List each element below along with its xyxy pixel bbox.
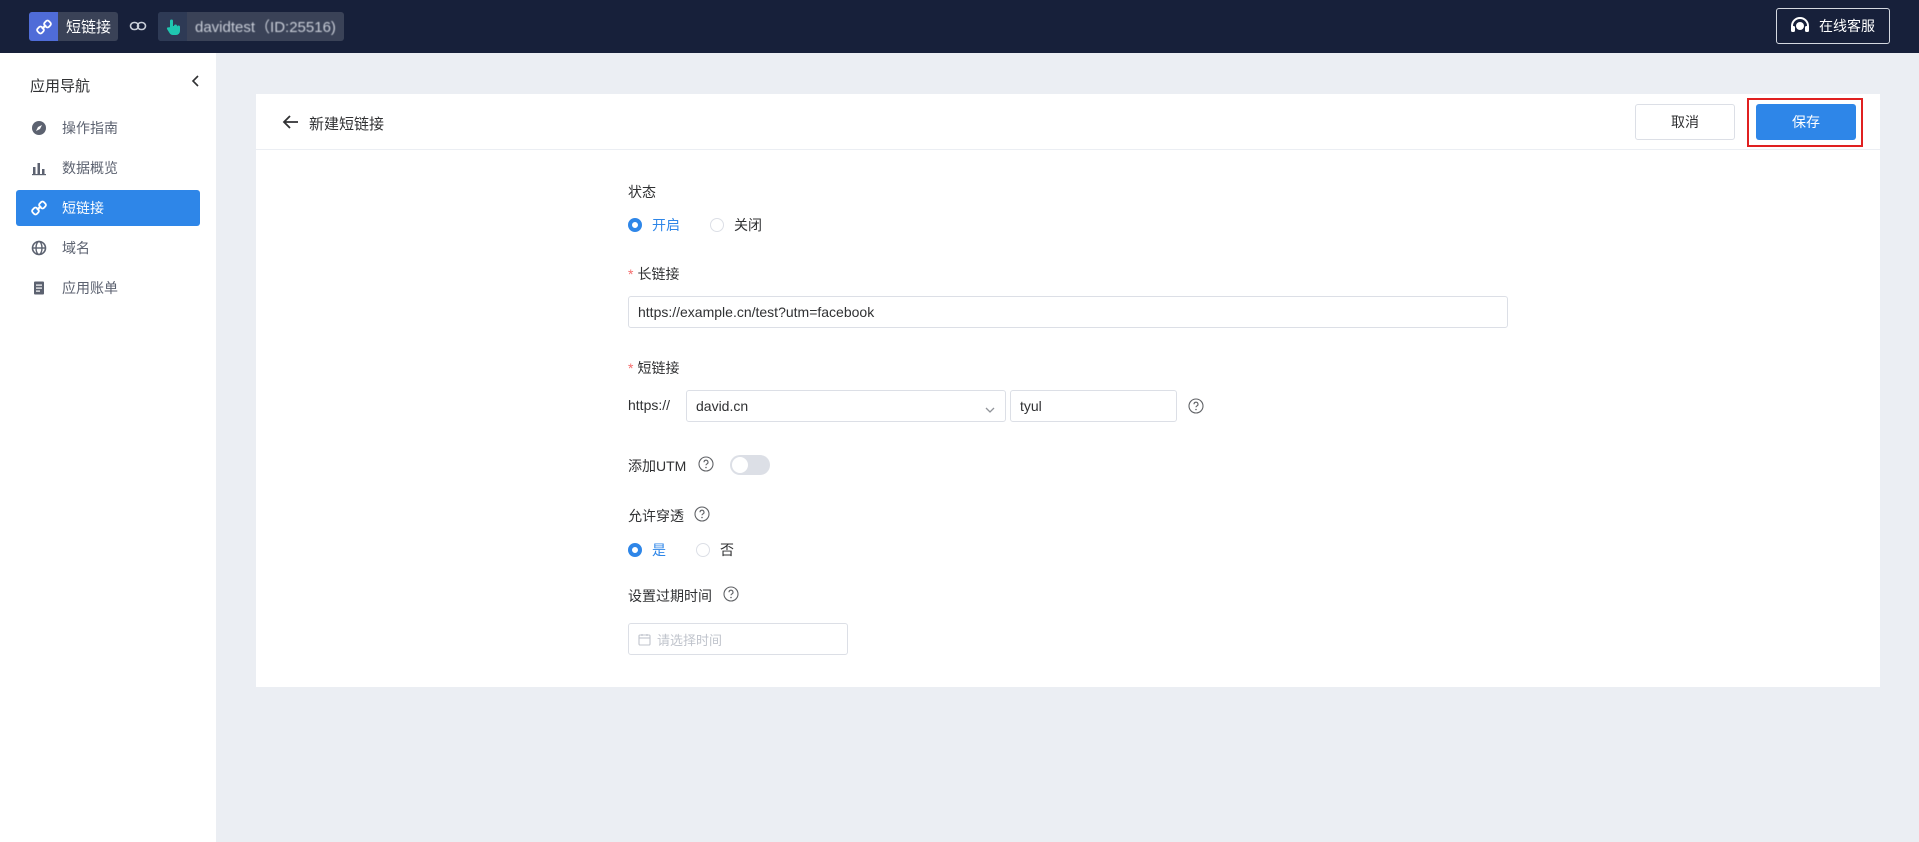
status-option-off[interactable]: 关闭 [710, 215, 762, 235]
chain-link-icon [129, 17, 147, 35]
calendar-icon [638, 633, 651, 646]
help-circle-icon[interactable] [694, 506, 710, 522]
cancel-button[interactable]: 取消 [1635, 104, 1735, 140]
sidebar-item-label: 短链接 [62, 200, 104, 216]
top-bar: 短链接 davidtest（ID:25516) 在线客服 [0, 0, 1919, 53]
link-icon [30, 200, 47, 217]
expire-placeholder: 请选择时间 [657, 632, 723, 648]
sidebar-item-label: 数据概览 [62, 160, 118, 176]
sidebar-title: 应用导航 [30, 78, 91, 95]
passthrough-label: 允许穿透 [628, 508, 684, 524]
help-circle-icon[interactable] [1188, 398, 1204, 414]
long-link-label: * 长链接 [628, 266, 680, 282]
collapse-chevron-icon[interactable] [188, 73, 204, 89]
bar-chart-icon [30, 160, 47, 177]
protocol-prefix: https:// [628, 397, 671, 413]
help-circle-icon[interactable] [723, 586, 739, 602]
account-name: davidtest（ID:25516) [195, 19, 336, 36]
sidebar-item-billing[interactable]: 应用账单 [16, 270, 200, 306]
sidebar-item-label: 域名 [62, 240, 90, 256]
sidebar-item-guide[interactable]: 操作指南 [16, 110, 200, 146]
link-icon [29, 12, 58, 41]
headset-icon [1789, 15, 1811, 37]
sidebar-item-overview[interactable]: 数据概览 [16, 150, 200, 186]
utm-label: 添加UTM [628, 458, 687, 474]
sidebar-item-domain[interactable]: 域名 [16, 230, 200, 266]
save-button[interactable]: 保存 [1756, 104, 1856, 140]
expire-date-picker[interactable]: 请选择时间 [628, 623, 848, 655]
status-label: 状态 [628, 184, 656, 200]
page-title: 新建短链接 [309, 116, 385, 133]
globe-icon [30, 240, 47, 257]
short-path-input[interactable]: tyul [1010, 390, 1177, 422]
support-label: 在线客服 [1819, 18, 1875, 34]
passthrough-option-yes[interactable]: 是 [628, 540, 666, 560]
sidebar-item-short-link[interactable]: 短链接 [16, 190, 200, 226]
expire-label: 设置过期时间 [628, 588, 712, 604]
arrow-left-icon[interactable] [282, 113, 300, 131]
sidebar: 应用导航 操作指南 数据概览 短链接 域名 应用账单 [0, 53, 216, 842]
sidebar-item-label: 操作指南 [62, 120, 118, 136]
account-switcher[interactable]: davidtest（ID:25516) [158, 12, 344, 41]
long-link-input[interactable]: https://example.cn/test?utm=facebook [628, 296, 1508, 328]
domain-value: david.cn [696, 398, 749, 414]
form-card: 新建短链接 取消 保存 状态 开启 关闭 * 长链接 https://exampl… [256, 94, 1880, 687]
hand-pointer-icon [158, 12, 187, 41]
compass-icon [30, 120, 47, 137]
passthrough-option-no[interactable]: 否 [696, 540, 734, 560]
utm-toggle[interactable] [730, 455, 770, 475]
help-circle-icon[interactable] [698, 456, 714, 472]
domain-select[interactable]: david.cn [686, 390, 1006, 422]
status-option-on[interactable]: 开启 [628, 215, 680, 235]
app-name: 短链接 [66, 19, 112, 36]
sidebar-item-label: 应用账单 [62, 280, 118, 296]
online-support-button[interactable]: 在线客服 [1776, 8, 1890, 44]
card-header: 新建短链接 取消 保存 [256, 94, 1880, 150]
document-icon [30, 280, 47, 297]
short-link-label: * 短链接 [628, 360, 680, 376]
app-switcher[interactable]: 短链接 [29, 12, 118, 41]
chevron-down-icon [985, 402, 995, 413]
